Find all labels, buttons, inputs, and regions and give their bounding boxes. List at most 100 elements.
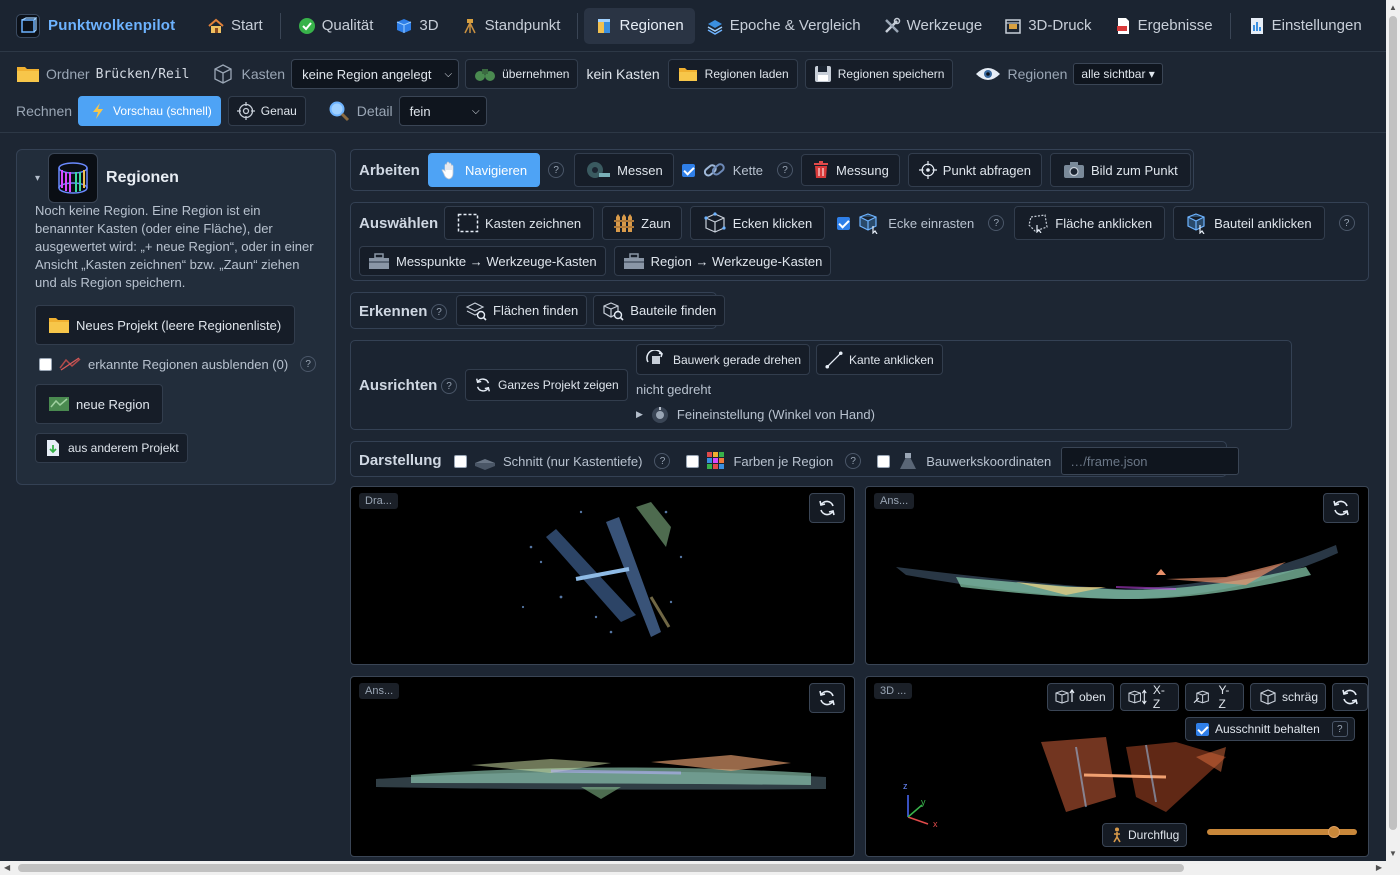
nav-regionen[interactable]: Regionen — [584, 7, 695, 44]
from-project-button[interactable]: aus anderem Projekt — [35, 433, 188, 463]
uebernehmen-button[interactable]: übernehmen — [465, 59, 579, 89]
flaechen-finden-button[interactable]: Flächen finden — [456, 295, 588, 326]
nav-werkzeuge[interactable]: Werkzeuge — [872, 8, 994, 44]
nav-einstellungen[interactable]: Einstellungen — [1237, 8, 1373, 44]
toolbar-row-rechnen: Rechnen Vorschau (schnell) Genau Detail … — [16, 95, 487, 127]
collapse-caret-icon[interactable]: ▾ — [35, 173, 40, 184]
viewport-3d[interactable]: z y x 3D ... oben X-Z Y-Z schräg Ausschn… — [865, 676, 1369, 857]
new-region-button[interactable]: neue Region — [35, 384, 163, 424]
punkt-abfragen-button[interactable]: Punkt abfragen — [907, 153, 1042, 187]
bild-zum-punkt-button[interactable]: Bild zum Punkt — [1049, 153, 1191, 187]
scroll-right-icon[interactable]: ▶ — [1376, 863, 1382, 872]
schnitt-checkbox[interactable] — [454, 454, 467, 468]
messen-button[interactable]: Messen — [574, 153, 674, 187]
nav-standpunkt[interactable]: Standpunkt — [450, 8, 572, 44]
detail-select-value: fein — [409, 103, 431, 119]
zaun-button[interactable]: Zaun — [602, 206, 682, 240]
horizontal-scrollbar-thumb[interactable] — [18, 864, 1184, 872]
help-icon[interactable]: ? — [777, 162, 794, 178]
kasten-label: Kasten — [241, 66, 286, 82]
scroll-left-icon[interactable]: ◀ — [4, 863, 10, 872]
scroll-up-icon[interactable]: ▲ — [1389, 3, 1397, 12]
hide-detected-checkbox[interactable] — [39, 357, 52, 371]
help-icon[interactable]: ? — [548, 162, 565, 178]
panel-header[interactable]: ▾ Regionen — [35, 153, 179, 203]
nav-3d[interactable]: 3D — [384, 8, 449, 44]
frame-json-input[interactable]: …/frame.json — [1061, 447, 1240, 475]
view-oben-button[interactable]: oben — [1047, 683, 1114, 711]
help-icon[interactable]: ? — [654, 453, 671, 469]
view-schraeg-button[interactable]: schräg — [1249, 683, 1326, 711]
navigieren-button[interactable]: Navigieren — [428, 153, 541, 187]
region-kasten-button[interactable]: Region → Werkzeuge-Kasten — [613, 246, 832, 276]
ecken-klicken-button[interactable]: Ecken klicken — [689, 206, 826, 240]
ausschnitt-checkbox[interactable] — [1196, 722, 1209, 736]
regionen-visibility-select[interactable]: alle sichtbar ▾ — [1073, 63, 1163, 85]
nav-start[interactable]: Start — [196, 8, 274, 44]
messung-delete-button[interactable]: Messung — [801, 154, 900, 186]
vorschau-button[interactable]: Vorschau (schnell) — [78, 96, 221, 126]
nav-ergebnisse[interactable]: Ergebnisse — [1103, 8, 1224, 44]
kasten-zeichnen-label: Kasten zeichnen — [485, 215, 582, 231]
koordinaten-checkbox[interactable] — [877, 454, 891, 468]
viewport-ansicht-2[interactable]: Ans... — [350, 676, 855, 857]
regionen-laden-button[interactable]: Regionen laden — [667, 59, 798, 89]
detail-select[interactable]: fein ⌵ — [398, 96, 487, 126]
feineinstellung-toggle[interactable]: ▶ Feineinstellung (Winkel von Hand) — [636, 405, 875, 423]
kette-checkbox[interactable] — [681, 163, 695, 177]
viewport-tag: Ans... — [359, 683, 400, 699]
bauwerk-gerade-label: Bauwerk gerade drehen — [673, 352, 802, 367]
reset-view-button[interactable] — [809, 493, 845, 523]
help-icon[interactable]: ? — [988, 215, 1005, 231]
reset-view-button[interactable] — [809, 683, 845, 713]
help-icon[interactable]: ? — [431, 304, 447, 320]
nav-qualitaet[interactable]: Qualität — [287, 8, 385, 44]
horizontal-scrollbar[interactable]: ◀ ▶ — [0, 861, 1400, 875]
new-project-button[interactable]: Neues Projekt (leere Regionenliste) — [35, 305, 295, 345]
flaeche-anklicken-button[interactable]: Fläche anklicken — [1014, 206, 1166, 240]
help-icon[interactable]: ? — [1338, 215, 1355, 231]
bauteil-anklicken-button[interactable]: Bauteil anklicken — [1173, 206, 1325, 240]
messpunkte-kasten-button[interactable]: Messpunkte → Werkzeuge-Kasten — [359, 246, 606, 276]
viewport-ansicht-1[interactable]: Ans... — [865, 486, 1369, 665]
help-icon[interactable]: ? — [845, 453, 862, 469]
point-cloud-front-view — [376, 755, 826, 799]
chevron-down-icon: ⌵ — [444, 68, 453, 80]
scroll-down-icon[interactable]: ▼ — [1389, 849, 1397, 858]
help-icon[interactable]: ? — [1331, 721, 1348, 737]
slider-thumb[interactable] — [1328, 826, 1340, 838]
bauwerk-gerade-button[interactable]: Bauwerk gerade drehen — [636, 344, 811, 375]
bauteile-finden-button[interactable]: Bauteile finden — [593, 295, 726, 326]
bauteil-anklicken-label: Bauteil anklicken — [1214, 215, 1312, 231]
folder-icon[interactable] — [16, 63, 40, 85]
kasten-select[interactable]: keine Region angelegt ⌵ — [291, 59, 460, 89]
help-icon[interactable]: ? — [441, 378, 457, 394]
axis-label-y: y — [921, 797, 926, 807]
reset-view-button[interactable] — [1323, 493, 1359, 523]
vertical-scrollbar[interactable]: ▲ ▼ — [1386, 0, 1400, 861]
help-icon[interactable]: ? — [300, 356, 317, 372]
ausschnitt-behalten-toggle[interactable]: Ausschnitt behalten ? — [1185, 717, 1355, 741]
view-xz-button[interactable]: X-Z — [1119, 683, 1180, 711]
nav-epoche-vergleich[interactable]: Epoche & Vergleich — [695, 8, 872, 44]
durchflug-button[interactable]: Durchflug — [1102, 823, 1188, 847]
reset-view-button[interactable] — [1332, 683, 1368, 711]
zaun-label: Zaun — [641, 215, 671, 231]
kasten-zeichnen-button[interactable]: Kasten zeichnen — [444, 206, 595, 240]
view-yz-button[interactable]: Y-Z — [1185, 683, 1244, 711]
vertical-scrollbar-thumb[interactable] — [1389, 16, 1397, 830]
farben-checkbox[interactable] — [686, 454, 700, 468]
kasten-status: kein Kasten — [586, 66, 660, 82]
regionen-speichern-button[interactable]: Regionen speichern — [804, 59, 954, 89]
viewport-draufsicht[interactable]: Dra... — [350, 486, 855, 665]
nav-3d-druck[interactable]: 3D-Druck — [993, 8, 1102, 44]
expand-caret-icon: ▶ — [636, 408, 643, 419]
tape-measure-icon — [585, 161, 611, 179]
durchflug-slider[interactable] — [1207, 826, 1357, 838]
axis-label-x: x — [933, 819, 938, 829]
ganzes-projekt-button[interactable]: Ganzes Projekt zeigen — [465, 369, 628, 401]
genau-button[interactable]: Genau — [227, 96, 306, 126]
ecke-einrasten-checkbox[interactable] — [837, 216, 851, 230]
brand[interactable]: Punktwolkenpilot — [0, 13, 196, 38]
kante-anklicken-button[interactable]: Kante anklicken — [816, 344, 943, 375]
